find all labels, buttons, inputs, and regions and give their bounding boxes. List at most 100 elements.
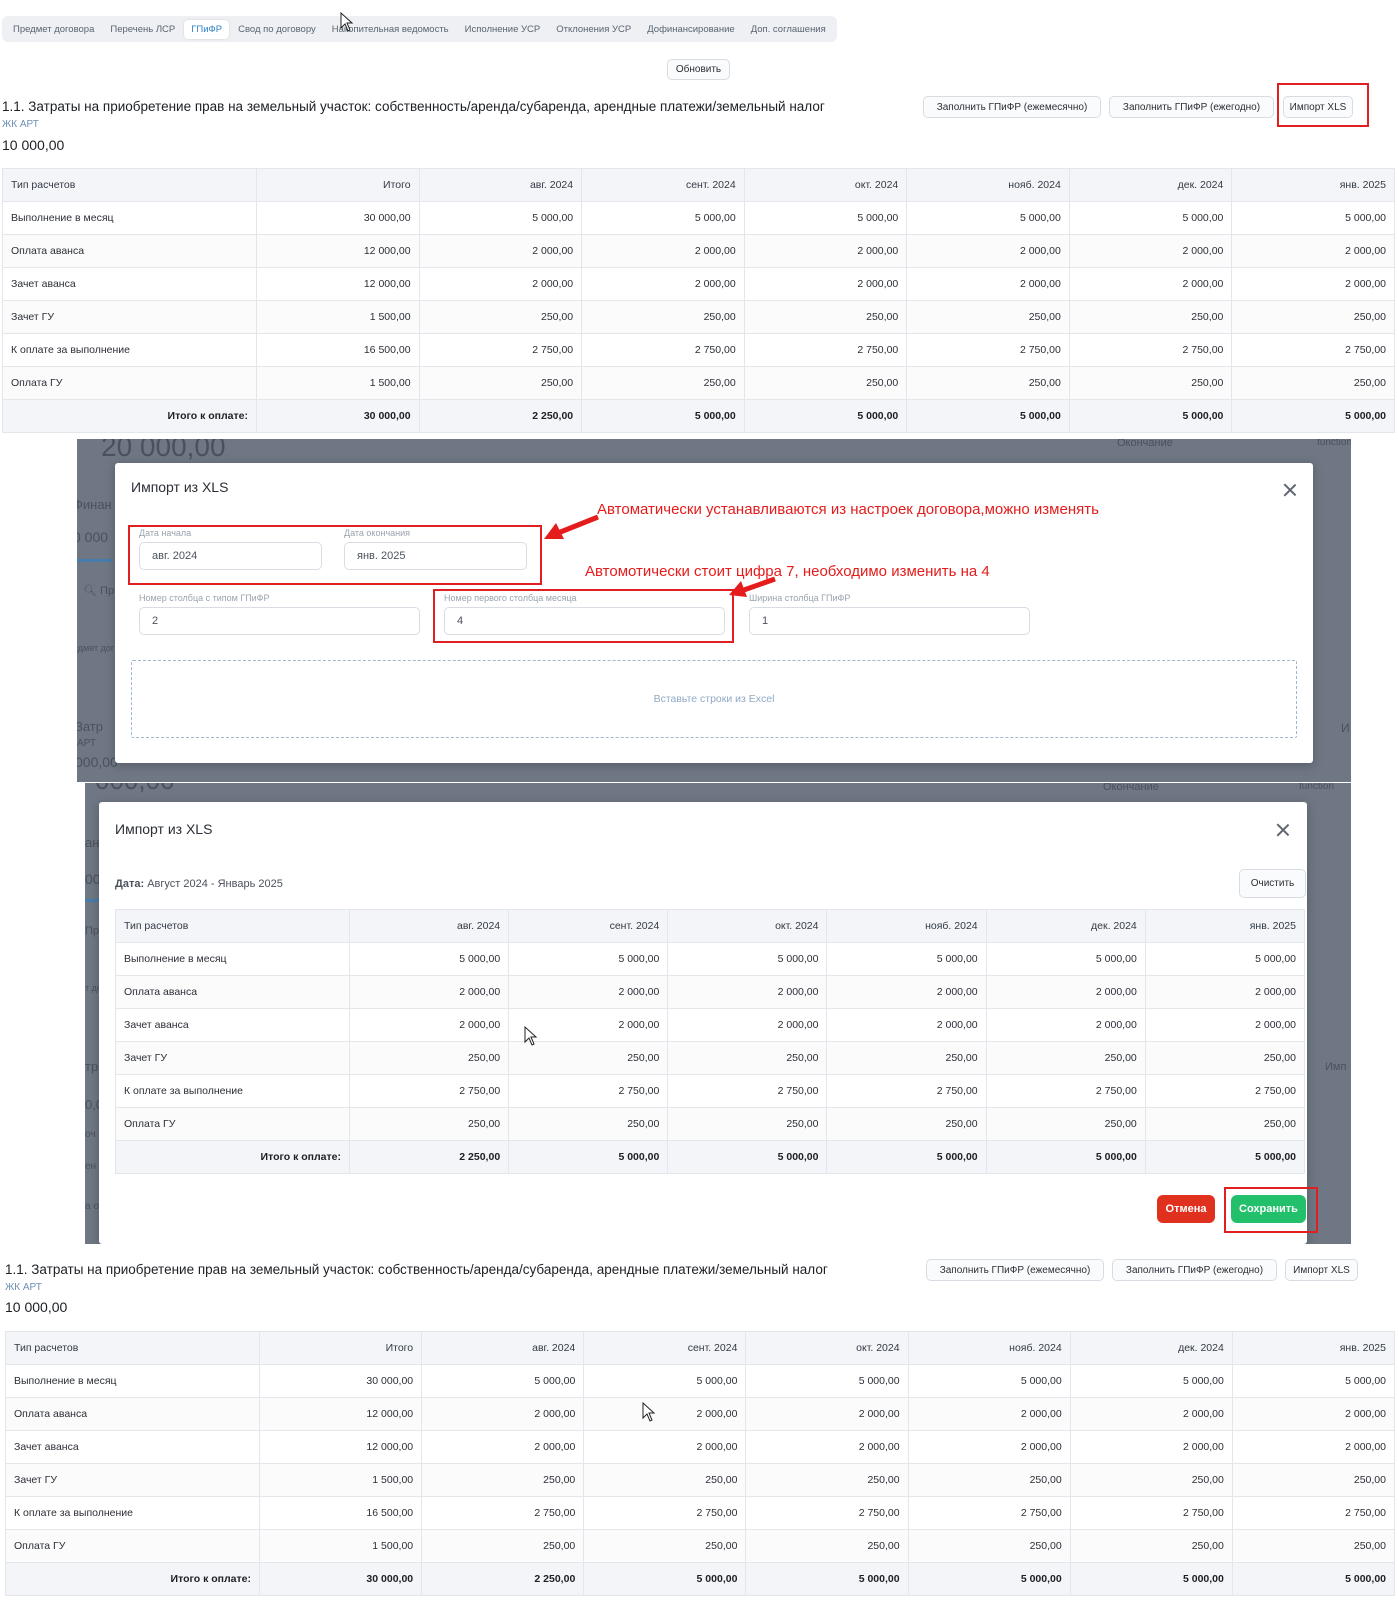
table-cell[interactable]: 2 750,00 — [745, 1496, 909, 1530]
table-cell[interactable]: 2 000,00 — [1144, 975, 1306, 1009]
tab-lsr-list[interactable]: Перечень ЛСР — [103, 20, 182, 39]
table-cell[interactable]: 250,00 — [1231, 366, 1395, 400]
table-cell[interactable]: 2 000,00 — [745, 1397, 909, 1431]
table-cell[interactable]: 1 500,00 — [256, 300, 420, 334]
table-cell[interactable]: 250,00 — [421, 1463, 585, 1497]
table-cell[interactable]: 2 000,00 — [1069, 1430, 1233, 1464]
table-cell[interactable]: 2 750,00 — [1144, 1074, 1306, 1108]
table-cell[interactable]: 2 000,00 — [743, 267, 908, 301]
table-cell[interactable]: 30 000,00 — [258, 1364, 423, 1398]
table-cell[interactable]: 5 000,00 — [508, 942, 669, 976]
column-header[interactable]: окт. 2024 — [667, 909, 828, 943]
table-cell[interactable]: 2 750,00 — [508, 1074, 669, 1108]
save-button[interactable]: Сохранить — [1231, 1195, 1306, 1223]
table-cell[interactable]: 250,00 — [421, 1529, 585, 1563]
table-cell[interactable]: 5 000,00 — [348, 942, 510, 976]
table-cell[interactable]: 12 000,00 — [256, 234, 420, 268]
table-cell[interactable]: 5 000,00 — [421, 1364, 585, 1398]
table-cell[interactable]: 250,00 — [348, 1107, 510, 1141]
table-cell[interactable]: 1 500,00 — [256, 366, 420, 400]
table-cell[interactable]: 250,00 — [583, 1463, 747, 1497]
table-cell[interactable]: 2 750,00 — [826, 1074, 987, 1108]
table-cell[interactable]: 250,00 — [743, 300, 908, 334]
table-cell[interactable]: 2 000,00 — [1231, 1397, 1396, 1431]
table-cell[interactable]: 2 000,00 — [348, 1008, 510, 1042]
table-cell[interactable]: 250,00 — [745, 1463, 909, 1497]
table-cell[interactable]: 5 000,00 — [1231, 201, 1395, 235]
table-cell[interactable]: 250,00 — [907, 1529, 1071, 1563]
table-cell[interactable]: 2 750,00 — [581, 333, 745, 367]
tab-additional-financing[interactable]: Дофинансирование — [640, 20, 741, 39]
import-xls-button[interactable]: Импорт XLS — [1283, 96, 1353, 118]
fill-monthly-button[interactable]: Заполнить ГПиФР (ежемесячно) — [926, 1259, 1104, 1281]
table-cell[interactable]: 2 000,00 — [1144, 1008, 1306, 1042]
table-cell[interactable]: 2 750,00 — [1069, 1496, 1233, 1530]
column-header[interactable]: авг. 2024 — [421, 1331, 585, 1365]
fill-yearly-button[interactable]: Заполнить ГПиФР (ежегодно) — [1112, 1259, 1277, 1281]
table-cell[interactable]: 12 000,00 — [258, 1430, 423, 1464]
table-cell[interactable]: 2 750,00 — [348, 1074, 510, 1108]
column-header[interactable]: нояб. 2024 — [906, 168, 1070, 202]
table-cell[interactable]: 2 750,00 — [1231, 333, 1395, 367]
table-cell[interactable]: 2 000,00 — [421, 1430, 585, 1464]
table-cell[interactable]: 5 000,00 — [667, 942, 828, 976]
table-cell[interactable]: 2 750,00 — [985, 1074, 1146, 1108]
table-cell[interactable]: 2 750,00 — [906, 333, 1070, 367]
table-cell[interactable]: 2 750,00 — [583, 1496, 747, 1530]
table-cell[interactable]: 2 000,00 — [418, 267, 583, 301]
column-header[interactable]: нояб. 2024 — [826, 909, 987, 943]
table-cell[interactable]: 250,00 — [581, 300, 745, 334]
table-cell[interactable]: 250,00 — [667, 1107, 828, 1141]
table-cell[interactable]: 250,00 — [1231, 300, 1395, 334]
table-cell[interactable]: 250,00 — [1068, 300, 1233, 334]
table-cell[interactable]: 2 750,00 — [1231, 1496, 1396, 1530]
table-cell[interactable]: 5 000,00 — [745, 1364, 909, 1398]
table-cell[interactable]: 2 000,00 — [667, 1008, 828, 1042]
fill-yearly-button[interactable]: Заполнить ГПиФР (ежегодно) — [1109, 96, 1274, 118]
tab-gpifr[interactable]: ГПиФР — [184, 19, 230, 39]
table-cell[interactable]: 2 000,00 — [1068, 234, 1233, 268]
table-cell[interactable]: 1 500,00 — [258, 1463, 423, 1497]
table-cell[interactable]: 5 000,00 — [906, 201, 1070, 235]
table-cell[interactable]: 2 000,00 — [907, 1430, 1071, 1464]
column-header[interactable]: сент. 2024 — [583, 1331, 747, 1365]
start-date-field[interactable]: авг. 2024 — [139, 542, 322, 570]
table-cell[interactable]: 2 000,00 — [826, 1008, 987, 1042]
end-date-field[interactable]: янв. 2025 — [344, 542, 527, 570]
table-cell[interactable]: 12 000,00 — [256, 267, 420, 301]
table-cell[interactable]: 250,00 — [1144, 1041, 1306, 1075]
table-cell[interactable]: 5 000,00 — [907, 1364, 1071, 1398]
table-cell[interactable]: 2 000,00 — [581, 267, 745, 301]
column-header[interactable]: Итого — [258, 1331, 423, 1365]
paste-excel-dropzone[interactable]: Вставьте строки из Excel — [131, 660, 1297, 738]
table-cell[interactable]: 5 000,00 — [583, 1364, 747, 1398]
table-cell[interactable]: 2 000,00 — [421, 1397, 585, 1431]
table-cell[interactable]: 16 500,00 — [256, 333, 420, 367]
table-cell[interactable]: 5 000,00 — [1231, 1364, 1396, 1398]
table-cell[interactable]: 2 000,00 — [907, 1397, 1071, 1431]
table-cell[interactable]: 250,00 — [1231, 1463, 1396, 1497]
table-cell[interactable]: 5 000,00 — [743, 201, 908, 235]
table-cell[interactable]: 2 750,00 — [667, 1074, 828, 1108]
column-header[interactable]: авг. 2024 — [348, 909, 510, 943]
table-cell[interactable]: 1 500,00 — [258, 1529, 423, 1563]
table-cell[interactable]: 2 000,00 — [743, 234, 908, 268]
table-cell[interactable]: 250,00 — [418, 366, 583, 400]
table-cell[interactable]: 250,00 — [907, 1463, 1071, 1497]
refresh-button[interactable]: Обновить — [667, 59, 730, 80]
column-header[interactable]: окт. 2024 — [743, 168, 908, 202]
table-cell[interactable]: 2 000,00 — [1231, 267, 1395, 301]
column-header[interactable]: авг. 2024 — [418, 168, 583, 202]
column-header[interactable]: сент. 2024 — [581, 168, 745, 202]
table-cell[interactable]: 2 000,00 — [745, 1430, 909, 1464]
tab-contract-subject[interactable]: Предмет договора — [6, 20, 101, 39]
table-cell[interactable]: 250,00 — [1069, 1529, 1233, 1563]
table-cell[interactable]: 2 000,00 — [348, 975, 510, 1009]
table-cell[interactable]: 30 000,00 — [256, 201, 420, 235]
tab-usr-execution[interactable]: Исполнение УСР — [458, 20, 548, 39]
tab-usr-deviations[interactable]: Отклонения УСР — [549, 20, 638, 39]
column-header[interactable]: дек. 2024 — [1069, 1331, 1233, 1365]
table-cell[interactable]: 250,00 — [581, 366, 745, 400]
table-cell[interactable]: 5 000,00 — [1144, 942, 1306, 976]
table-cell[interactable]: 250,00 — [826, 1041, 987, 1075]
